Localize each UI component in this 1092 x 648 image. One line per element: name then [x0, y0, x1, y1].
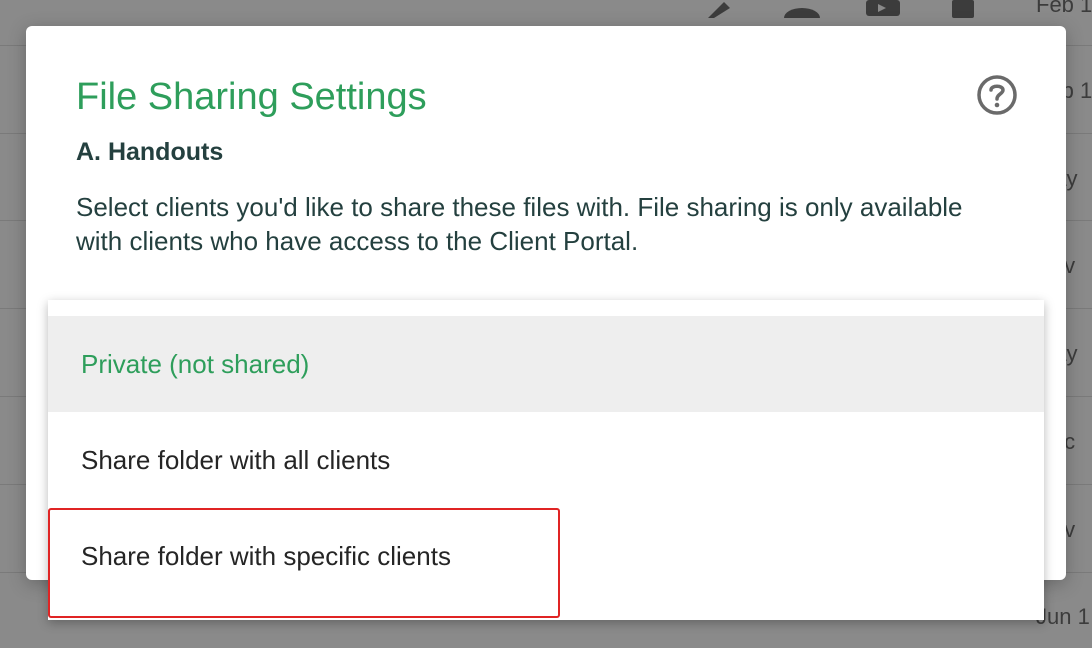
folder-name: A. Handouts — [76, 138, 224, 166]
move-icon[interactable] — [864, 0, 900, 18]
people-icon[interactable] — [782, 0, 820, 28]
sharing-options-menu: Private (not shared) Share folder with a… — [48, 300, 1044, 620]
dialog-title: File Sharing Settings — [76, 76, 427, 118]
row-date: Feb 1 — [1036, 0, 1092, 17]
option-share-specific-clients[interactable]: Share folder with specific clients — [48, 508, 1044, 604]
pencil-icon[interactable] — [704, 0, 738, 18]
trash-icon[interactable] — [948, 0, 982, 18]
dialog-description: Select clients you'd like to share these… — [76, 192, 963, 256]
question-circle-icon[interactable] — [976, 74, 1018, 116]
row-date: Jun 1 — [1036, 604, 1090, 629]
option-private[interactable]: Private (not shared) — [48, 316, 1044, 412]
option-share-all-clients[interactable]: Share folder with all clients — [48, 412, 1044, 508]
